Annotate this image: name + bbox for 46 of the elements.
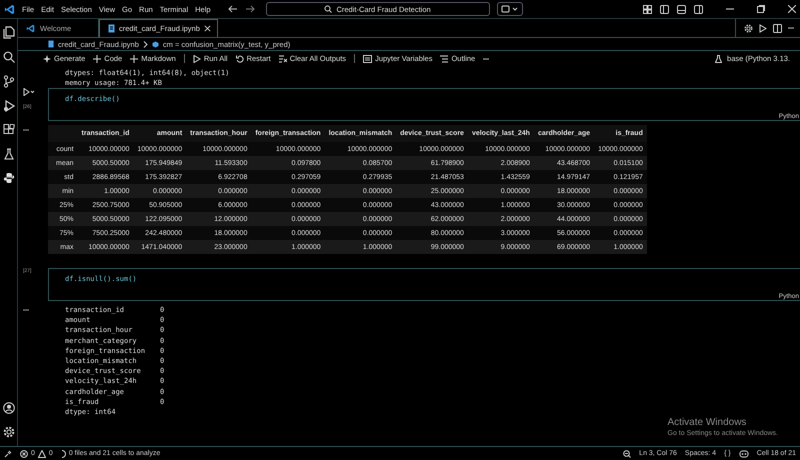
flask-icon[interactable] bbox=[2, 148, 14, 160]
split-editor-icon[interactable] bbox=[773, 24, 782, 32]
sparkle-icon bbox=[43, 54, 51, 62]
chat-button[interactable] bbox=[496, 2, 523, 16]
secondary-sidebar-icon[interactable] bbox=[694, 4, 703, 14]
back-arrow-icon[interactable] bbox=[228, 5, 238, 13]
run-cell-icon[interactable] bbox=[23, 88, 35, 96]
variables-icon bbox=[363, 54, 372, 62]
layout-icon[interactable] bbox=[643, 4, 652, 14]
warning-icon bbox=[38, 450, 46, 458]
remote-icon[interactable] bbox=[4, 450, 12, 458]
panel-toggle-icon[interactable] bbox=[677, 4, 686, 14]
search-icon[interactable] bbox=[2, 51, 14, 63]
progress-icon bbox=[60, 450, 66, 458]
flask-icon bbox=[715, 54, 722, 62]
gear-icon[interactable] bbox=[744, 24, 753, 32]
clear-list-icon bbox=[278, 54, 287, 62]
restart-icon bbox=[236, 54, 244, 62]
notebook-file-icon bbox=[108, 24, 115, 33]
notebook-file-icon bbox=[48, 40, 54, 48]
run-debug-icon[interactable] bbox=[2, 100, 14, 112]
forward-arrow-icon[interactable] bbox=[244, 5, 255, 13]
plus-icon bbox=[130, 54, 138, 62]
source-control-icon[interactable] bbox=[2, 75, 14, 88]
search-icon bbox=[324, 5, 332, 13]
chevron-icon bbox=[142, 40, 148, 48]
close-icon[interactable] bbox=[204, 25, 211, 32]
plus-icon bbox=[93, 54, 102, 62]
python-icon[interactable] bbox=[2, 172, 14, 184]
run-icon[interactable] bbox=[759, 24, 767, 32]
extensions-icon[interactable] bbox=[2, 124, 14, 136]
close-icon[interactable] bbox=[788, 5, 796, 13]
run-icon bbox=[192, 54, 201, 62]
sidebar-toggle-icon[interactable] bbox=[660, 4, 669, 14]
zoom-icon[interactable] bbox=[623, 450, 632, 458]
vscode-logo-icon bbox=[4, 4, 15, 14]
copilot-icon[interactable] bbox=[738, 450, 749, 458]
cube-icon bbox=[152, 40, 159, 48]
settings-icon[interactable] bbox=[2, 426, 14, 438]
activation-title: Activate Windows bbox=[668, 417, 748, 428]
list-icon bbox=[440, 54, 448, 62]
error-icon bbox=[20, 450, 28, 458]
account-icon[interactable] bbox=[2, 402, 14, 414]
vscode-logo-icon bbox=[26, 24, 35, 32]
restore-icon[interactable] bbox=[757, 5, 765, 13]
files-icon[interactable] bbox=[2, 26, 14, 39]
